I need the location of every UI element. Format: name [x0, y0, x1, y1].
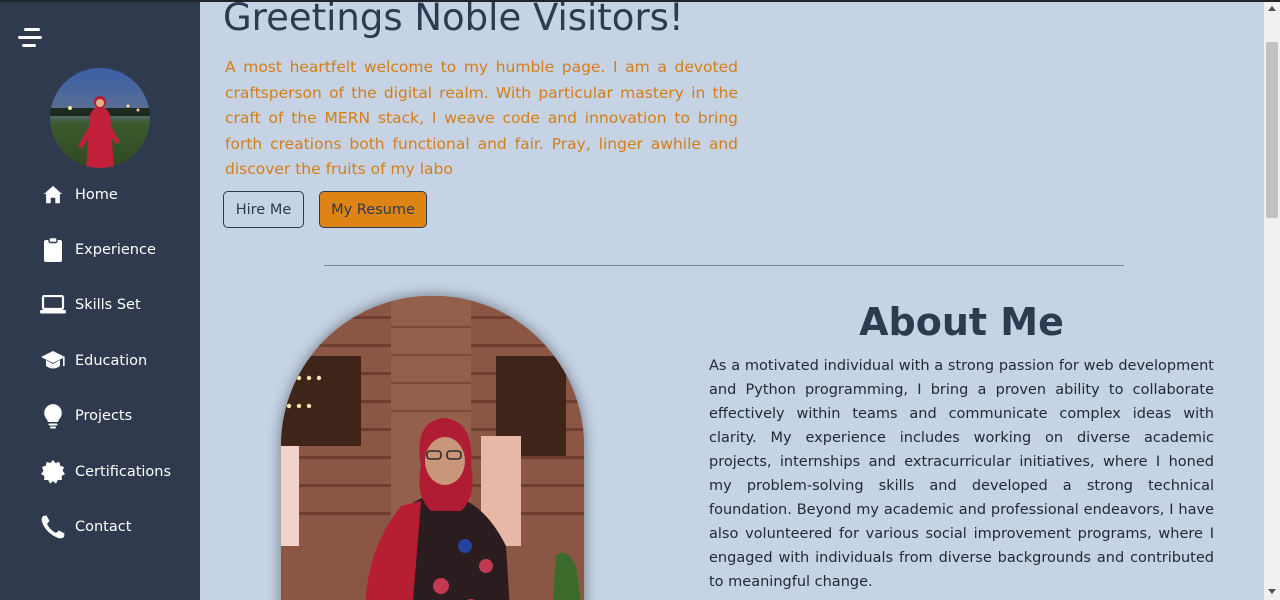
home-icon: [40, 182, 66, 208]
resume-button[interactable]: My Resume: [319, 191, 427, 228]
scroll-down-arrow-icon[interactable]: [1264, 584, 1280, 600]
sidebar-item-label: Education: [75, 352, 148, 369]
sidebar-item-contact[interactable]: Contact: [0, 499, 200, 554]
top-border: [0, 0, 1280, 2]
sidebar: Home Experience Skills Set Education Pro…: [0, 0, 200, 600]
main-content: Greetings Noble Visitors! A most heartfe…: [200, 0, 1264, 600]
about-title: About Me: [859, 300, 1064, 344]
sidebar-item-label: Skills Set: [75, 297, 141, 314]
scroll-thumb[interactable]: [1266, 42, 1278, 218]
sidebar-item-projects[interactable]: Projects: [0, 389, 200, 444]
hero-title: Greetings Noble Visitors!: [223, 0, 684, 39]
about-text: As a motivated individual with a strong …: [709, 358, 1214, 590]
graduation-cap-icon: [40, 348, 66, 374]
scrollbar[interactable]: [1264, 0, 1280, 600]
sidebar-item-label: Home: [75, 186, 118, 203]
sidebar-item-experience[interactable]: Experience: [0, 222, 200, 277]
certificate-icon: [40, 459, 66, 485]
phone-icon: [40, 514, 66, 540]
sidebar-item-skills[interactable]: Skills Set: [0, 278, 200, 333]
sidebar-item-label: Projects: [75, 408, 133, 425]
sidebar-item-home[interactable]: Home: [0, 167, 200, 222]
sidebar-item-label: Certifications: [75, 463, 172, 480]
clipboard-icon: [40, 237, 66, 263]
sidebar-item-label: Experience: [75, 242, 156, 259]
hero-intro-text: A most heartfelt welcome to my humble pa…: [225, 58, 738, 178]
lightbulb-icon: [40, 403, 66, 429]
profile-photo: [281, 296, 584, 600]
sidebar-item-education[interactable]: Education: [0, 333, 200, 388]
scroll-up-arrow-icon[interactable]: [1264, 0, 1280, 16]
hire-me-button[interactable]: Hire Me: [223, 191, 304, 228]
section-divider: [324, 265, 1124, 266]
sidebar-nav: Home Experience Skills Set Education Pro…: [0, 167, 200, 555]
hamburger-menu-icon[interactable]: [18, 28, 44, 50]
sidebar-item-certifications[interactable]: Certifications: [0, 444, 200, 499]
avatar: [50, 68, 150, 168]
sidebar-item-label: Contact: [75, 519, 132, 536]
laptop-icon: [40, 292, 66, 318]
